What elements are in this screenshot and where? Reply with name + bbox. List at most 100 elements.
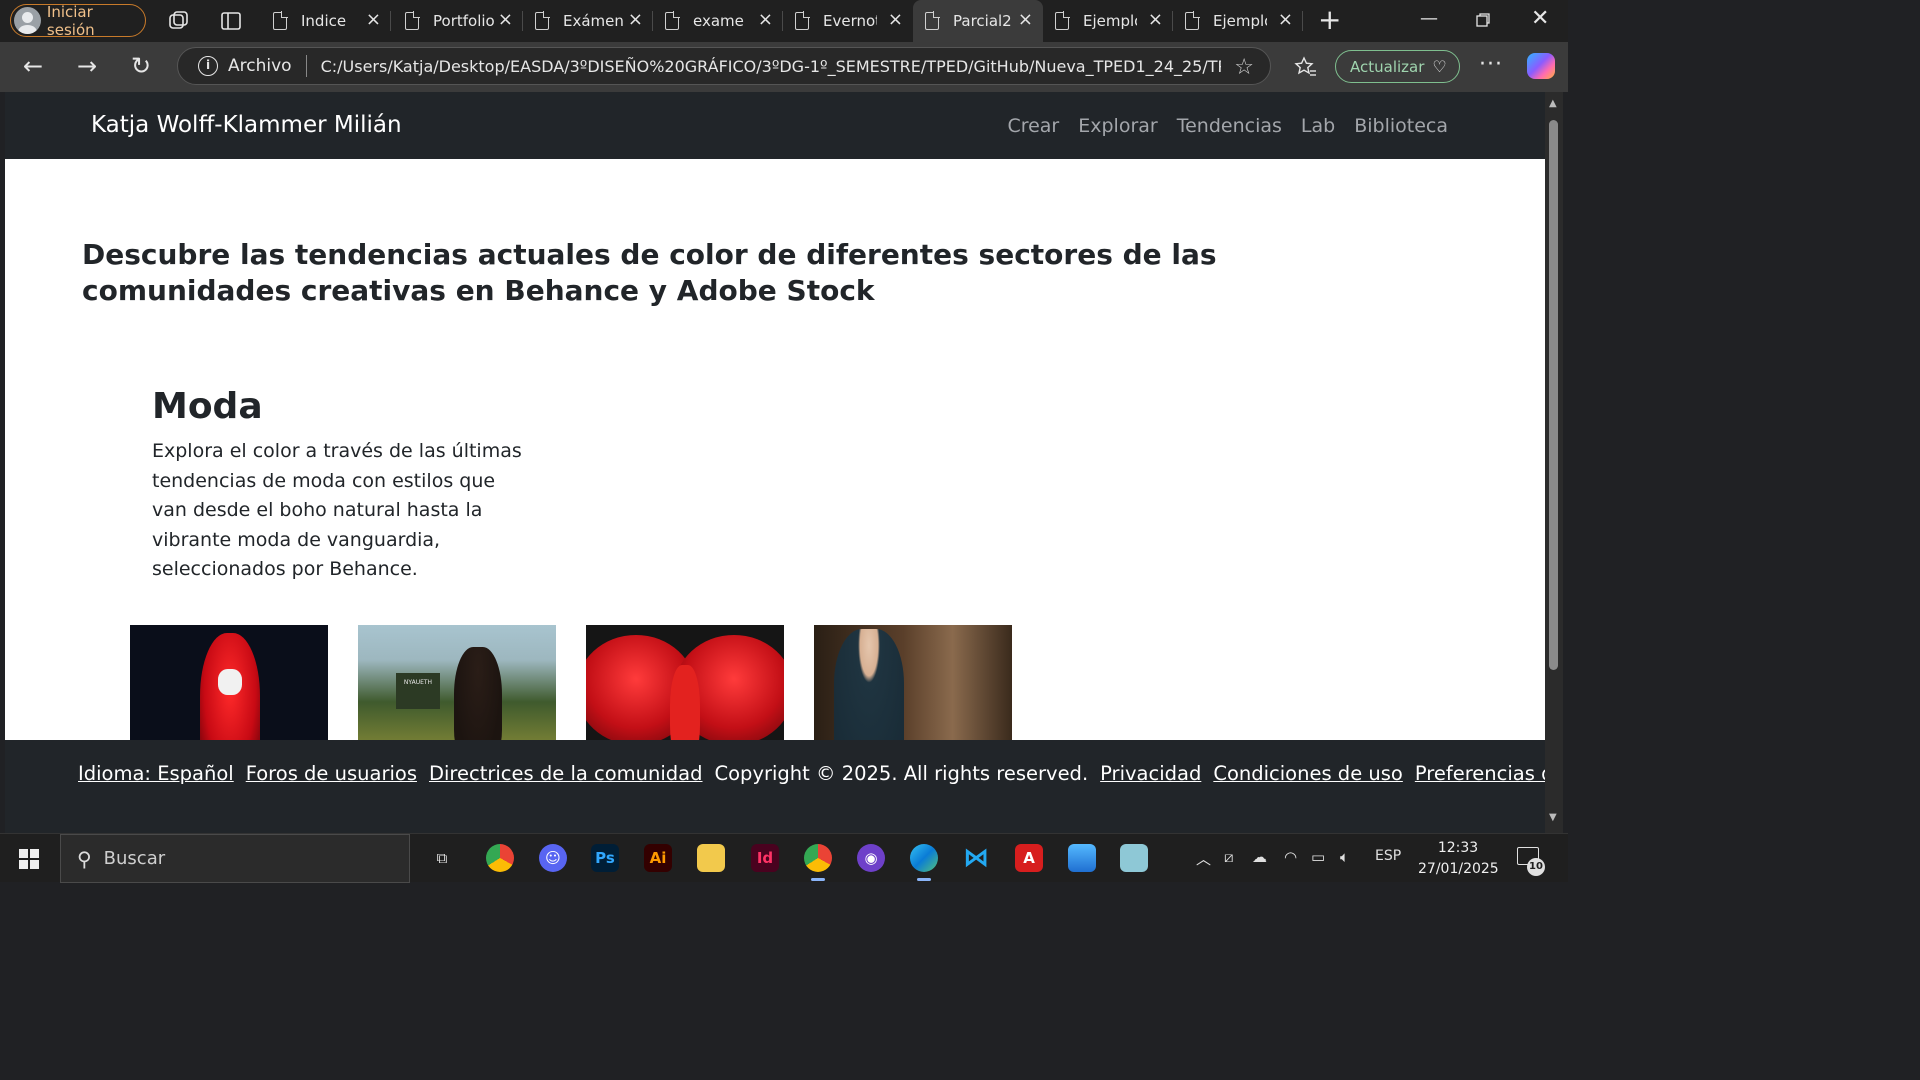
hero-title: Descubre las tendencias actuales de colo… (82, 238, 1217, 307)
tab-separator (1302, 11, 1303, 31)
footer-language-link[interactable]: Idioma: Español (78, 762, 234, 785)
tab-label: Ejemplo (1213, 12, 1267, 30)
document-icon (925, 11, 940, 30)
favorites-icon[interactable] (1294, 55, 1318, 79)
tab-label: Evernote (823, 12, 877, 30)
close-tab-icon[interactable]: × (758, 11, 773, 29)
file-explorer-icon[interactable] (697, 844, 725, 872)
meet-now-icon[interactable]: ⧄ (1224, 848, 1234, 866)
tab-parcial2[interactable]: Parcial2 × (913, 0, 1043, 42)
refresh-icon[interactable]: ↻ (131, 54, 151, 78)
volume-icon[interactable]: 🔈︎ (1340, 848, 1349, 866)
onedrive-icon[interactable]: ☁ (1252, 848, 1267, 866)
url-text[interactable]: C:/Users/Katja/Desktop/EASDA/3ºDISEÑO%20… (321, 57, 1221, 76)
nav-explorar[interactable]: Explorar (1078, 115, 1157, 137)
document-icon (273, 11, 288, 30)
tray-chevron-icon[interactable]: ︿ (1196, 848, 1211, 869)
scroll-down-icon[interactable]: ▼ (1549, 812, 1557, 823)
footer-cookies-link[interactable]: Preferencias de cookies (1415, 762, 1545, 785)
close-tab-icon[interactable]: × (888, 11, 903, 29)
nav-crear[interactable]: Crear (1007, 115, 1059, 137)
notifications-count: 10 (1527, 858, 1545, 876)
nav-lab[interactable]: Lab (1301, 115, 1335, 137)
chrome-profile-icon[interactable] (804, 844, 832, 881)
address-bar-row: ← → ↻ i Archivo C:/Users/Katja/Desktop/E… (0, 42, 1568, 92)
close-tab-icon[interactable]: × (366, 11, 381, 29)
update-button[interactable]: Actualizar ♡ (1335, 50, 1460, 83)
address-separator (305, 55, 307, 77)
site-header: Katja Wolff-Klammer Milián Crear Explora… (5, 92, 1545, 159)
back-icon[interactable]: ← (23, 54, 43, 78)
tab-evernote[interactable]: Evernote × (783, 0, 913, 42)
new-tab-icon[interactable]: + (1318, 6, 1341, 34)
footer-forums-link[interactable]: Foros de usuarios (246, 762, 417, 785)
clock-time: 12:33 (1437, 840, 1479, 856)
indesign-icon[interactable]: Id (751, 844, 779, 872)
github-icon[interactable]: ◉ (857, 844, 885, 872)
avatar-icon (14, 7, 41, 34)
photoshop-icon[interactable]: Ps (591, 844, 619, 872)
edge-icon[interactable] (910, 844, 938, 881)
browser-tab-bar: Iniciar sesión Indice × Portfolio × Exám… (0, 0, 1568, 42)
chrome-icon[interactable] (486, 844, 514, 872)
info-icon[interactable]: i (198, 56, 218, 76)
close-tab-icon[interactable]: × (628, 11, 643, 29)
search-icon: ⚲ (77, 846, 92, 871)
notes-icon[interactable] (1120, 844, 1148, 872)
close-tab-icon[interactable]: × (1278, 11, 1293, 29)
close-tab-icon[interactable]: × (1148, 11, 1163, 29)
site-nav: Crear Explorar Tendencias Lab Biblioteca (1007, 115, 1448, 137)
footer-terms-link[interactable]: Condiciones de uso (1213, 762, 1403, 785)
tab-label: Parcial2 (953, 12, 1012, 30)
discord-icon[interactable]: ☺ (539, 844, 567, 872)
document-icon (795, 11, 810, 30)
close-window-icon[interactable]: ✕ (1531, 6, 1549, 31)
profile-label: Iniciar sesión (46, 2, 95, 39)
nav-biblioteca[interactable]: Biblioteca (1354, 115, 1448, 137)
footer-privacy-link[interactable]: Privacidad (1100, 762, 1201, 785)
close-tab-icon[interactable]: × (1018, 11, 1033, 29)
scroll-up-icon[interactable]: ▲ (1549, 98, 1557, 109)
tab-label: Exámen (563, 12, 624, 30)
wifi-icon[interactable]: ◠ (1284, 848, 1297, 866)
restore-icon[interactable] (1476, 13, 1490, 27)
task-view-icon[interactable]: ⧉ (428, 844, 456, 872)
tab-portfolio[interactable]: Portfolio × (393, 0, 523, 42)
forward-icon[interactable]: → (77, 54, 97, 78)
taskbar-search[interactable]: ⚲ Buscar (60, 834, 410, 883)
vscode-icon[interactable]: ⋈ (962, 844, 990, 872)
taskbar-clock[interactable]: 12:33 27/01/2025 (1418, 838, 1499, 880)
battery-icon[interactable]: ▭ (1311, 848, 1325, 866)
tab-indice[interactable]: Indice × (261, 0, 391, 42)
tab-ejemplo-1[interactable]: Ejemplo × (1043, 0, 1173, 42)
photos-icon[interactable] (1068, 844, 1096, 872)
close-tab-icon[interactable]: × (498, 11, 513, 29)
nav-tendencias[interactable]: Tendencias (1177, 115, 1282, 137)
favorite-star-icon[interactable]: ☆ (1234, 55, 1254, 80)
tab-label: examen (693, 12, 745, 30)
address-bar[interactable]: i Archivo C:/Users/Katja/Desktop/EASDA/3… (177, 47, 1271, 85)
site-footer: Idioma: Español Foros de usuarios Direct… (5, 740, 1545, 833)
clock-date: 27/01/2025 (1418, 861, 1499, 877)
footer-guidelines-link[interactable]: Directrices de la comunidad (429, 762, 703, 785)
tab-ejemplo-2[interactable]: Ejemplo × (1173, 0, 1303, 42)
tab-examen-1[interactable]: Exámen × (523, 0, 653, 42)
tab-actions-icon[interactable] (218, 8, 244, 34)
minimize-icon[interactable]: — (1420, 8, 1438, 29)
site-brand[interactable]: Katja Wolff-Klammer Milián (91, 112, 402, 138)
profile-button[interactable]: Iniciar sesión (10, 2, 146, 39)
more-icon[interactable]: ··· (1479, 52, 1503, 77)
tab-examen-2[interactable]: examen × (653, 0, 783, 42)
footer-copyright: Copyright © 2025. All rights reserved. (714, 762, 1089, 785)
workspaces-icon[interactable] (166, 8, 192, 34)
tab-label: Ejemplo (1083, 12, 1137, 30)
illustrator-icon[interactable]: Ai (644, 844, 672, 872)
copilot-icon[interactable] (1527, 53, 1555, 79)
language-indicator[interactable]: ESP (1375, 848, 1401, 864)
heart-pulse-icon: ♡ (1432, 57, 1447, 76)
acrobat-icon[interactable]: A (1015, 844, 1043, 872)
page-scrollbar[interactable]: ▲ ▼ (1545, 92, 1563, 833)
windows-start-icon[interactable] (19, 849, 39, 869)
scroll-thumb[interactable] (1549, 120, 1558, 670)
footer-links: Idioma: Español Foros de usuarios Direct… (78, 762, 1545, 785)
